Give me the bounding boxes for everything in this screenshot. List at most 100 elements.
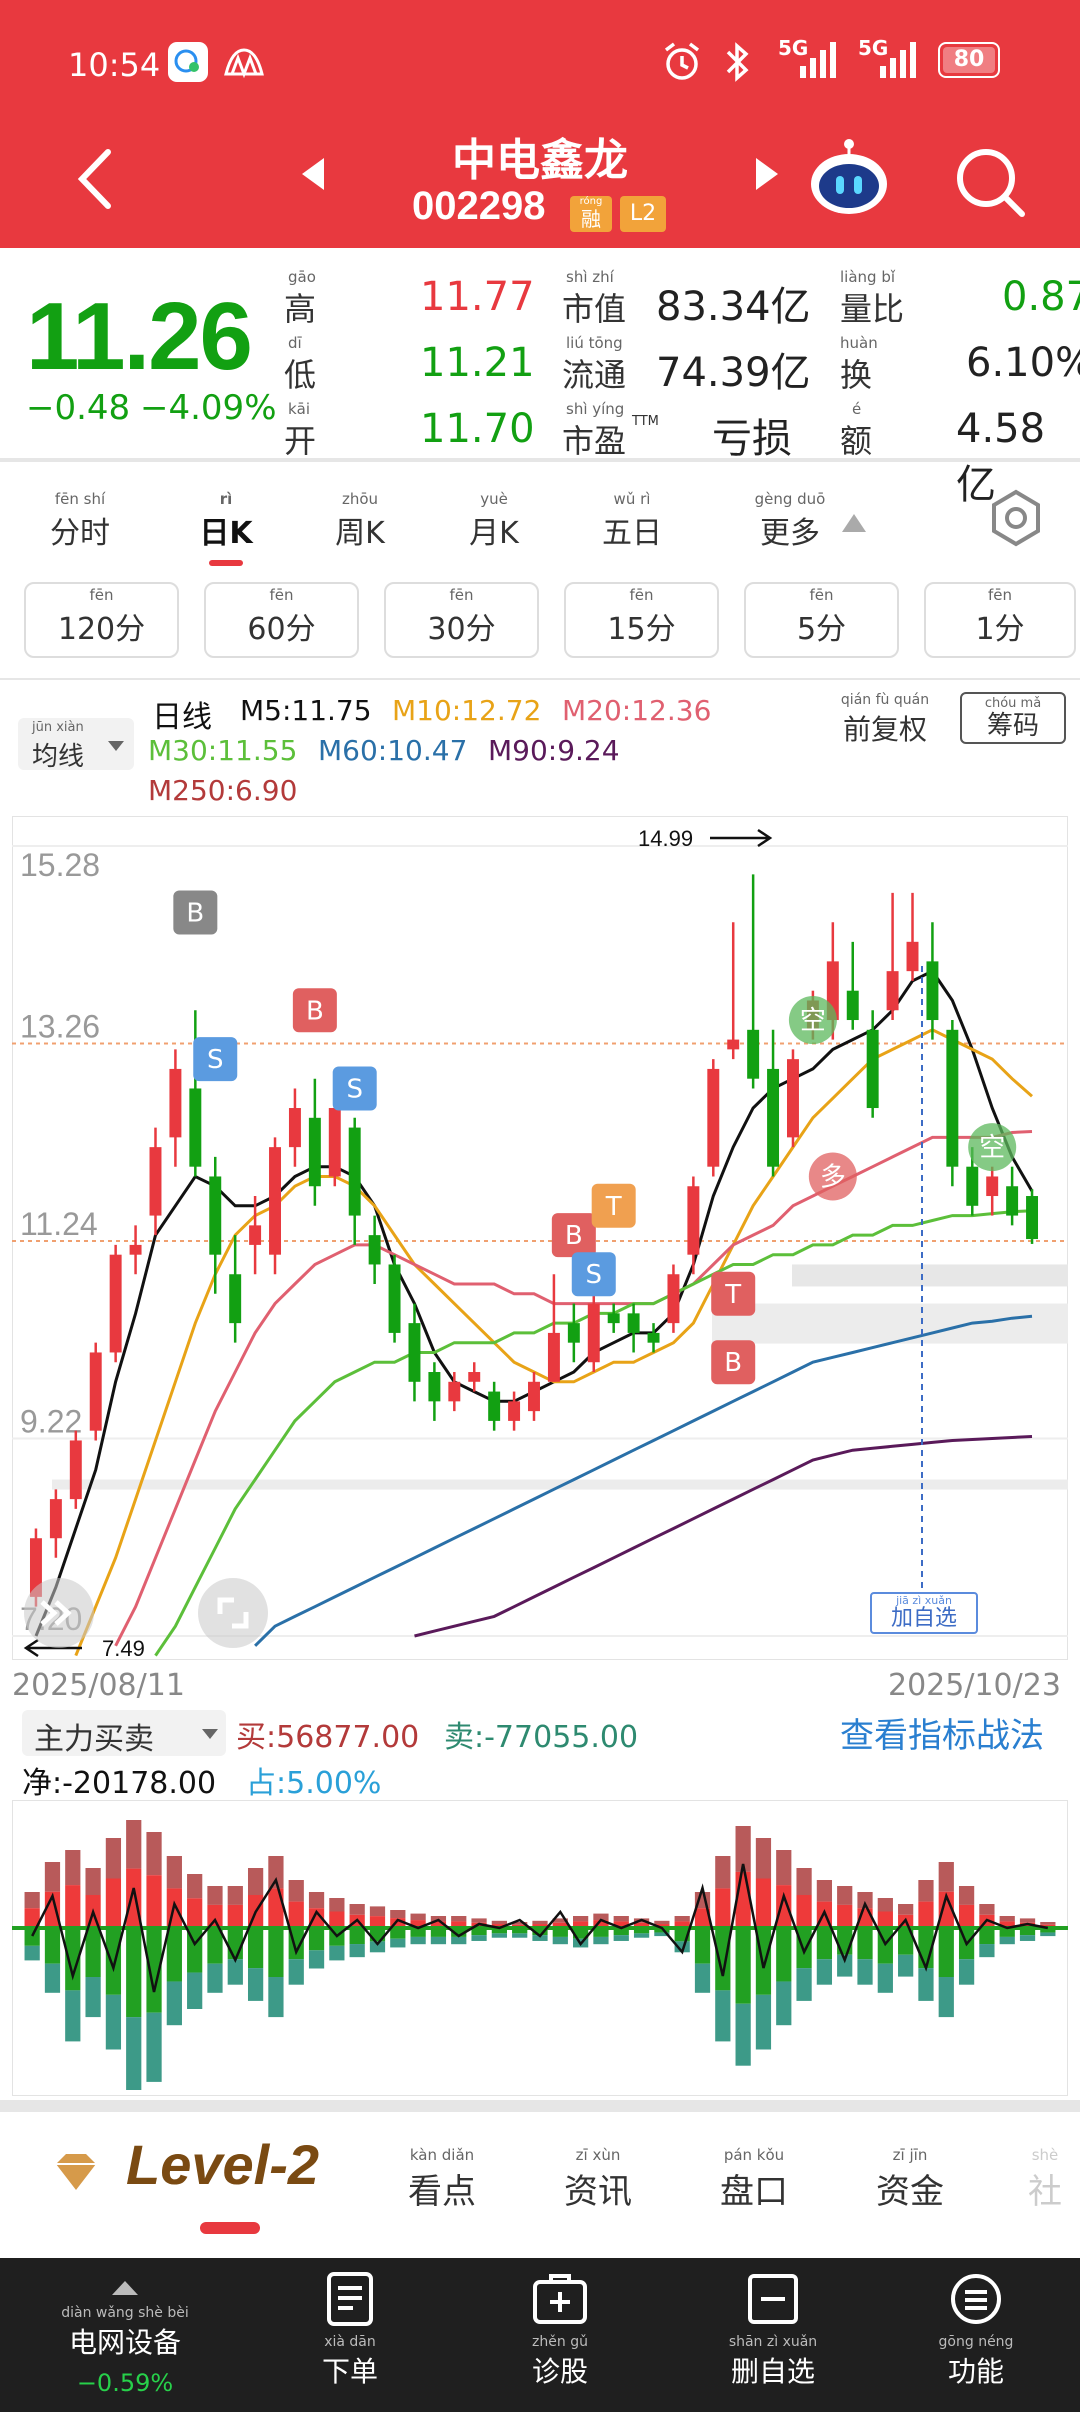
tab-monthly-label: 月K bbox=[469, 516, 519, 551]
candle-body bbox=[448, 1381, 461, 1402]
fullscreen-button[interactable] bbox=[198, 1578, 268, 1648]
sell-bar-lower bbox=[755, 1994, 772, 2050]
price-change: −0.48 bbox=[26, 388, 131, 428]
buy-bar-upper bbox=[410, 1913, 426, 1921]
buy-bar-lower bbox=[837, 1904, 853, 1928]
news-tabs: Level-2 kàn diǎn 看点 zī xùn 资讯 pán kǒu 盘口… bbox=[0, 2112, 1080, 2236]
sell-bar-upper bbox=[857, 1928, 873, 1960]
btn-60min[interactable]: fēn 60分 bbox=[204, 582, 359, 658]
tab-highlights-pinyin: kàn diǎn bbox=[409, 2146, 475, 2164]
stock-code: 002298 bbox=[412, 184, 546, 228]
float-label: 流通 bbox=[562, 356, 627, 394]
next-stock-button[interactable] bbox=[752, 154, 782, 198]
sell-bar-lower bbox=[288, 1959, 304, 1985]
sell-bar-lower bbox=[268, 1977, 284, 2018]
tab-more[interactable]: gèng duō 更多 bbox=[740, 490, 840, 552]
tab-intraday[interactable]: fēn shí 分时 bbox=[30, 490, 130, 552]
buy-bar-lower bbox=[268, 1888, 284, 1928]
btn-30min[interactable]: fēn 30分 bbox=[384, 582, 539, 658]
triangle-up-icon[interactable] bbox=[840, 512, 868, 538]
mcap-label: 市值 bbox=[562, 290, 627, 328]
tab-orderbook[interactable]: pán kǒu 盘口 bbox=[704, 2146, 804, 2213]
sell-bar-lower bbox=[735, 2003, 751, 2066]
candle-body bbox=[308, 1117, 321, 1187]
tab-more-pinyin: gèng duō bbox=[754, 490, 826, 508]
candle-body bbox=[368, 1235, 381, 1265]
ma-select-label: 均线 bbox=[32, 742, 85, 772]
capital-flow-select[interactable]: 主力买卖 bbox=[22, 1710, 226, 1757]
sell-bar-lower bbox=[44, 1963, 61, 1993]
collapse-chart-button[interactable] bbox=[24, 1578, 94, 1648]
tab-capital-pinyin: zī jīn bbox=[892, 2146, 928, 2164]
search-icon[interactable] bbox=[952, 144, 1028, 224]
view-strategy-link[interactable]: 查看指标战法 bbox=[840, 1708, 1044, 1757]
sell-bar-lower bbox=[776, 1981, 792, 2026]
sell-bar-lower bbox=[918, 1968, 934, 2001]
adjust-select[interactable]: qián fù quán 前复权 bbox=[830, 692, 940, 748]
robot-assistant-icon[interactable] bbox=[806, 136, 892, 226]
tab-news-pinyin: zī xùn bbox=[575, 2146, 621, 2164]
btn-15min[interactable]: fēn 15分 bbox=[564, 582, 719, 658]
btn-120min[interactable]: fēn 120分 bbox=[24, 582, 179, 658]
order-button[interactable]: xià dān 下单 bbox=[300, 2272, 400, 2390]
tab-highlights[interactable]: kàn diǎn 看点 bbox=[392, 2146, 492, 2213]
sell-bar-lower bbox=[24, 1945, 40, 1961]
tab-five-day[interactable]: wǔ rì 五日 bbox=[582, 490, 682, 552]
tab-weekly-k[interactable]: zhōu 周K bbox=[310, 490, 410, 552]
add-watchlist-marker[interactable]: jiā zì xuǎn 加自选 bbox=[870, 1592, 978, 1634]
tab-community[interactable]: shè 社 bbox=[1010, 2146, 1080, 2213]
chip-button[interactable]: chóu mǎ 筹码 bbox=[960, 692, 1066, 744]
ma-select[interactable]: jūn xiàn 均线 bbox=[18, 718, 134, 772]
tab-intraday-pinyin: fēn shí bbox=[54, 490, 106, 508]
pe-ttm-tag: TTM bbox=[632, 414, 659, 429]
sell-bar-lower bbox=[430, 1936, 447, 1945]
sell-bar-lower bbox=[187, 1972, 203, 2009]
capital-flow-chart[interactable] bbox=[12, 1800, 1068, 2096]
order-form-icon bbox=[300, 2272, 400, 2334]
candle-body bbox=[767, 1068, 780, 1167]
order-pinyin: xià dān bbox=[324, 2334, 376, 2350]
buy-bar-lower bbox=[796, 1895, 812, 1928]
sell-bar-lower bbox=[105, 1994, 122, 2050]
candlestick-chart[interactable]: 15.2813.2611.249.227.2014.997.49BSBSBSTB… bbox=[12, 816, 1068, 1660]
candle-body bbox=[69, 1440, 82, 1500]
buy-bar-upper bbox=[796, 1868, 812, 1895]
remove-watchlist-button[interactable]: shān zì xuǎn 删自选 bbox=[718, 2272, 828, 2390]
vol-ratio-value: 0.87 bbox=[1002, 274, 1080, 320]
low-value: 11.21 bbox=[420, 340, 535, 386]
sell-bar-lower bbox=[1019, 1935, 1036, 1941]
buy-bar-upper bbox=[654, 1920, 670, 1925]
divider bbox=[0, 458, 1080, 462]
btn-1min[interactable]: fēn 1分 bbox=[924, 582, 1076, 658]
signal-marker-label: S bbox=[346, 1074, 363, 1104]
tab-level2[interactable]: Level-2 bbox=[126, 2132, 319, 2197]
diagnose-button[interactable]: zhěn gǔ 诊股 bbox=[510, 2272, 610, 2390]
sector-button[interactable]: diàn wǎng shè bèi 电网设备 −0.59% bbox=[40, 2270, 210, 2397]
sell-bar-upper bbox=[227, 1928, 243, 1960]
tab-monthly-k[interactable]: yuè 月K bbox=[444, 490, 544, 552]
functions-button[interactable]: gōng néng 功能 bbox=[926, 2272, 1026, 2390]
sell-bar-lower bbox=[471, 1935, 487, 1941]
sell-bar-lower bbox=[552, 1936, 568, 1945]
buy-bar-upper bbox=[573, 1916, 589, 1922]
signal-icon-2 bbox=[862, 40, 916, 84]
sell-bar-upper bbox=[247, 1928, 264, 1969]
sell-bar-lower bbox=[166, 1981, 182, 2026]
sell-bar-upper bbox=[44, 1928, 61, 1964]
tab-daily-k[interactable]: rì 日K bbox=[176, 490, 276, 566]
sell-bar-lower bbox=[451, 1936, 467, 1945]
menu-circle-icon bbox=[926, 2272, 1026, 2334]
add-watch-label: 加自选 bbox=[890, 1606, 957, 1631]
btn-5min[interactable]: fēn 5分 bbox=[744, 582, 899, 658]
tab-news[interactable]: zī xùn 资讯 bbox=[548, 2146, 648, 2213]
tab-capital[interactable]: zī jīn 资金 bbox=[860, 2146, 960, 2213]
signal-marker-label: S bbox=[586, 1260, 603, 1290]
capital-net: 净:-20178.00 bbox=[22, 1766, 217, 1801]
candle-body bbox=[1026, 1196, 1039, 1240]
bluetooth-icon bbox=[722, 40, 752, 88]
settings-hexagon-icon[interactable] bbox=[986, 488, 1046, 552]
sell-bar-lower bbox=[593, 1936, 609, 1945]
ma30-value: M30:11.55 bbox=[148, 734, 298, 767]
divider bbox=[0, 678, 1080, 680]
sell-bar-upper bbox=[715, 1928, 731, 1991]
